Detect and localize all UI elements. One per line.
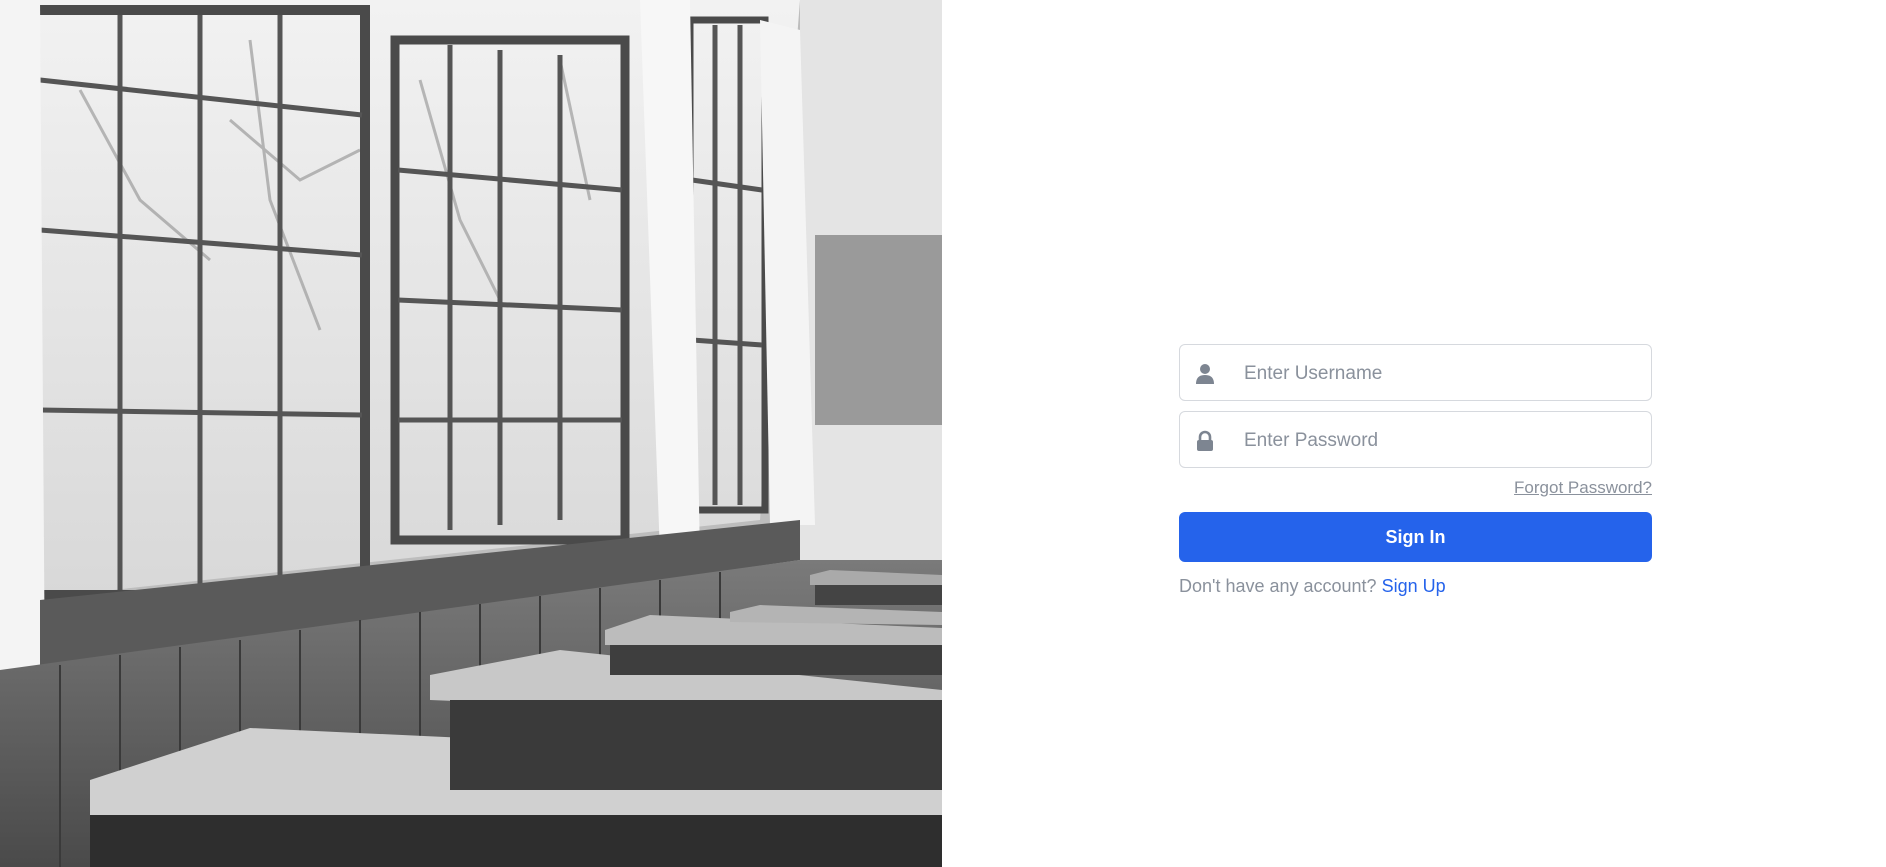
login-form: Forgot Password? Sign In Don't have any … (1179, 344, 1652, 597)
login-panel: Forgot Password? Sign In Don't have any … (942, 0, 1886, 867)
lock-icon (1194, 430, 1216, 452)
sign-up-link[interactable]: Sign Up (1382, 576, 1446, 596)
signup-prompt: Don't have any account? (1179, 576, 1377, 596)
user-icon (1194, 363, 1216, 385)
sign-in-button[interactable]: Sign In (1179, 512, 1652, 562)
hero-image-panel (0, 0, 942, 867)
signup-row: Don't have any account? Sign Up (1179, 576, 1652, 597)
password-field[interactable] (1179, 411, 1652, 469)
forgot-password-link[interactable]: Forgot Password? (1514, 478, 1652, 497)
classroom-photo (0, 0, 942, 867)
password-input[interactable] (1242, 412, 1641, 469)
username-input[interactable] (1242, 345, 1641, 402)
username-field[interactable] (1179, 344, 1652, 402)
forgot-row: Forgot Password? (1179, 478, 1652, 506)
